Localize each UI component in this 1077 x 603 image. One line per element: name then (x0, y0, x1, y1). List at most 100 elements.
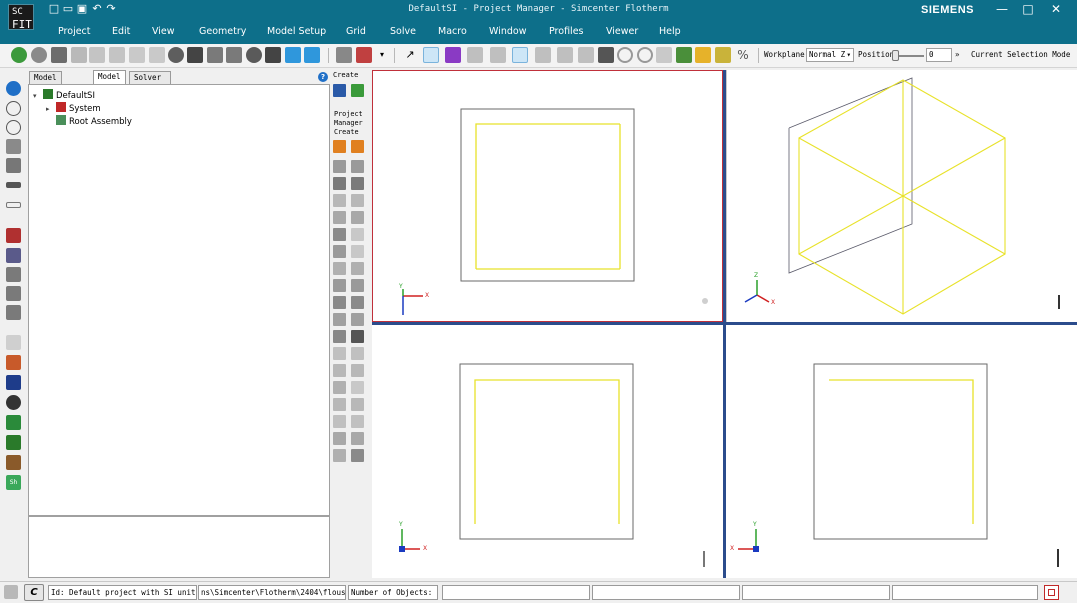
tab-model-setup[interactable]: Model Setup (29, 71, 62, 94)
menu-help[interactable]: Help (659, 26, 681, 37)
glasses-light-icon[interactable] (6, 202, 21, 208)
palette-chart-icon[interactable] (333, 84, 346, 97)
zone-icon[interactable] (333, 449, 346, 462)
box-purple-icon[interactable] (445, 47, 461, 63)
tree-item-system[interactable]: ▸ System (46, 102, 101, 114)
transparent-icon[interactable] (351, 449, 364, 462)
quad-view-icon[interactable] (557, 47, 573, 63)
query-icon[interactable] (6, 248, 21, 263)
percent-icon[interactable]: % (735, 47, 751, 63)
rack-icon[interactable] (333, 381, 346, 394)
workplane-select[interactable]: Normal Z ▾ (806, 48, 854, 62)
fan-icon[interactable] (333, 245, 346, 258)
wedge-icon[interactable] (333, 177, 346, 190)
menu-view[interactable]: View (152, 26, 175, 37)
tree-icon[interactable] (676, 47, 692, 63)
cooler-icon[interactable] (333, 279, 346, 292)
select-cursor-icon[interactable]: ↗ (402, 47, 418, 63)
plot-icon[interactable] (6, 355, 21, 370)
region-icon[interactable] (351, 347, 364, 360)
tree-item-defaultsi[interactable]: ▾ DefaultSI (33, 89, 95, 101)
grid-display-icon[interactable] (578, 47, 594, 63)
view-front-icon[interactable] (467, 47, 483, 63)
block-icon[interactable] (351, 177, 364, 190)
cutout-icon[interactable] (351, 364, 364, 377)
move-icon[interactable] (715, 47, 731, 63)
source-icon[interactable] (333, 262, 346, 275)
menu-grid[interactable]: Grid (346, 26, 366, 37)
commander-icon[interactable] (6, 395, 21, 410)
tab-model[interactable]: Model (93, 70, 126, 84)
position-input[interactable]: 0 (926, 48, 952, 62)
fin-icon[interactable] (351, 211, 364, 224)
sensor-icon[interactable] (333, 364, 346, 377)
paste-icon[interactable] (129, 47, 145, 63)
menu-project[interactable]: Project (58, 26, 91, 37)
chart-icon[interactable] (356, 47, 372, 63)
solve-globe-icon[interactable] (168, 47, 184, 63)
error-indicator-icon[interactable] (1044, 585, 1059, 600)
delete-icon[interactable] (89, 47, 105, 63)
resistance-icon[interactable] (351, 262, 364, 275)
menu-solve[interactable]: Solve (390, 26, 416, 37)
close-icon[interactable]: ✕ (1046, 1, 1066, 17)
info-icon[interactable] (6, 81, 21, 96)
component-icon[interactable] (351, 228, 364, 241)
navigate-icon[interactable] (6, 120, 21, 135)
split-view-icon[interactable] (535, 47, 551, 63)
sheet-icon[interactable] (6, 335, 21, 350)
maximize-icon[interactable]: □ (1018, 1, 1038, 17)
zoom-icon[interactable] (656, 47, 672, 63)
monitor-point-icon[interactable] (333, 347, 346, 360)
cube-wire-icon[interactable] (265, 47, 281, 63)
enclosure-icon[interactable] (333, 211, 346, 224)
cuboid-icon[interactable] (333, 160, 346, 173)
grid-settings-icon[interactable] (207, 47, 223, 63)
tec-icon[interactable] (351, 296, 364, 309)
menu-window[interactable]: Window (489, 26, 526, 37)
rotate-cw-icon[interactable] (637, 47, 653, 63)
heatpipe-icon[interactable] (333, 296, 346, 309)
columns-icon[interactable] (6, 286, 21, 301)
menu-edit[interactable]: Edit (112, 26, 130, 37)
sphere-icon[interactable] (246, 47, 262, 63)
pcb-icon[interactable] (333, 228, 346, 241)
viewport-bottom-left[interactable]: X Y (372, 325, 723, 578)
sliders-icon[interactable] (187, 47, 203, 63)
arrow-right-icon[interactable] (351, 140, 364, 153)
vent-icon[interactable] (351, 245, 364, 258)
menu-viewer[interactable]: Viewer (606, 26, 638, 37)
overflow-chevron-icon[interactable]: » (955, 50, 960, 59)
check-icon[interactable] (109, 47, 125, 63)
cut-icon[interactable] (149, 47, 165, 63)
menu-macro[interactable]: Macro (438, 26, 467, 37)
commander-icon[interactable]: C (24, 584, 44, 601)
palette-map-icon[interactable] (351, 84, 364, 97)
results-icon[interactable] (6, 415, 21, 430)
diamond-icon[interactable] (6, 158, 21, 173)
die-icon[interactable] (351, 313, 364, 326)
prism-icon[interactable] (351, 160, 364, 173)
print-icon[interactable] (51, 47, 67, 63)
viewport-bottom-right[interactable]: X Y (726, 325, 1077, 578)
web-icon[interactable] (31, 47, 47, 63)
menu-geometry[interactable]: Geometry (199, 26, 246, 37)
cube-blue-icon[interactable] (285, 47, 301, 63)
chip-icon[interactable] (351, 330, 364, 343)
layers-icon[interactable] (6, 228, 21, 243)
mesh-icon[interactable] (351, 415, 364, 428)
package-icon[interactable] (333, 330, 346, 343)
help-icon[interactable]: ? (318, 72, 328, 82)
tab-solver-control[interactable]: Solver Control (129, 71, 171, 94)
minimize-icon[interactable]: — (992, 1, 1012, 17)
grid-view-icon[interactable] (336, 47, 352, 63)
menu-model-setup[interactable]: Model Setup (267, 26, 326, 37)
pipe-icon[interactable] (333, 398, 346, 411)
library-icon[interactable] (6, 455, 21, 470)
measure-icon[interactable] (695, 47, 711, 63)
fixed-flow-icon[interactable] (351, 381, 364, 394)
status-tool-icon[interactable] (4, 585, 18, 599)
arrow-left-icon[interactable] (333, 140, 346, 153)
grid-icon[interactable] (6, 305, 21, 320)
perforated-plate-icon[interactable] (333, 313, 346, 326)
